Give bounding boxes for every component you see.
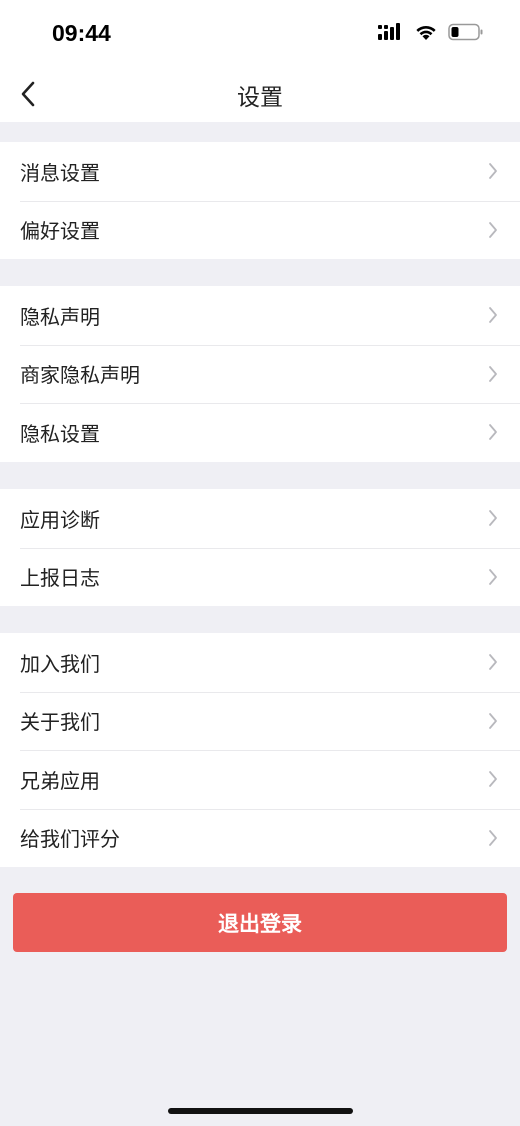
chevron-right-icon [489, 712, 497, 729]
chevron-right-icon [489, 163, 497, 180]
menu-item-label: 隐私声明 [20, 304, 100, 329]
settings-group-diagnostics: 应用诊断 上报日志 [0, 489, 520, 606]
menu-item-preference-settings[interactable]: 偏好设置 [0, 200, 520, 260]
menu-item-label: 给我们评分 [20, 827, 120, 852]
settings-group-about: 加入我们 关于我们 兄弟应用 给我们评分 [0, 633, 520, 867]
status-icons [378, 23, 484, 41]
menu-item-label: 隐私设置 [20, 421, 100, 446]
menu-item-label: 关于我们 [20, 710, 100, 735]
menu-item-privacy-statement[interactable]: 隐私声明 [0, 286, 520, 345]
chevron-right-icon [489, 771, 497, 788]
settings-group-notifications: 消息设置 偏好设置 [0, 142, 520, 259]
nav-bar: 设置 [0, 66, 520, 122]
chevron-right-icon [489, 829, 497, 846]
menu-item-app-diagnostics[interactable]: 应用诊断 [0, 489, 520, 548]
logout-button[interactable]: 退出登录 [13, 893, 507, 952]
status-bar: 09:44 [0, 0, 520, 66]
chevron-right-icon [489, 221, 497, 238]
status-time: 09:44 [52, 20, 111, 46]
menu-item-label: 加入我们 [20, 651, 100, 676]
chevron-right-icon [489, 510, 497, 527]
menu-item-label: 偏好设置 [20, 219, 100, 244]
menu-item-message-settings[interactable]: 消息设置 [0, 142, 520, 201]
settings-group-privacy: 隐私声明 商家隐私声明 隐私设置 [0, 286, 520, 462]
chevron-right-icon [489, 424, 497, 441]
menu-item-label: 消息设置 [20, 160, 100, 185]
chevron-right-icon [489, 568, 497, 585]
chevron-right-icon [489, 307, 497, 324]
menu-item-sibling-apps[interactable]: 兄弟应用 [0, 750, 520, 809]
menu-item-join-us[interactable]: 加入我们 [0, 633, 520, 692]
signal-icon [378, 23, 400, 40]
wifi-icon [416, 25, 436, 40]
chevron-right-icon [489, 365, 497, 382]
menu-item-label: 商家隐私声明 [20, 363, 140, 388]
menu-item-label: 兄弟应用 [20, 768, 100, 793]
menu-item-label: 应用诊断 [20, 507, 100, 532]
menu-item-about-us[interactable]: 关于我们 [0, 691, 520, 751]
menu-item-merchant-privacy-statement[interactable]: 商家隐私声明 [0, 344, 520, 404]
menu-item-privacy-settings[interactable]: 隐私设置 [0, 403, 520, 462]
menu-item-label: 上报日志 [20, 566, 100, 591]
chevron-right-icon [489, 654, 497, 671]
menu-item-upload-logs[interactable]: 上报日志 [0, 547, 520, 607]
menu-item-rate-us[interactable]: 给我们评分 [0, 808, 520, 868]
page-title: 设置 [237, 85, 283, 111]
battery-icon [448, 23, 483, 41]
home-indicator[interactable] [168, 1108, 353, 1114]
